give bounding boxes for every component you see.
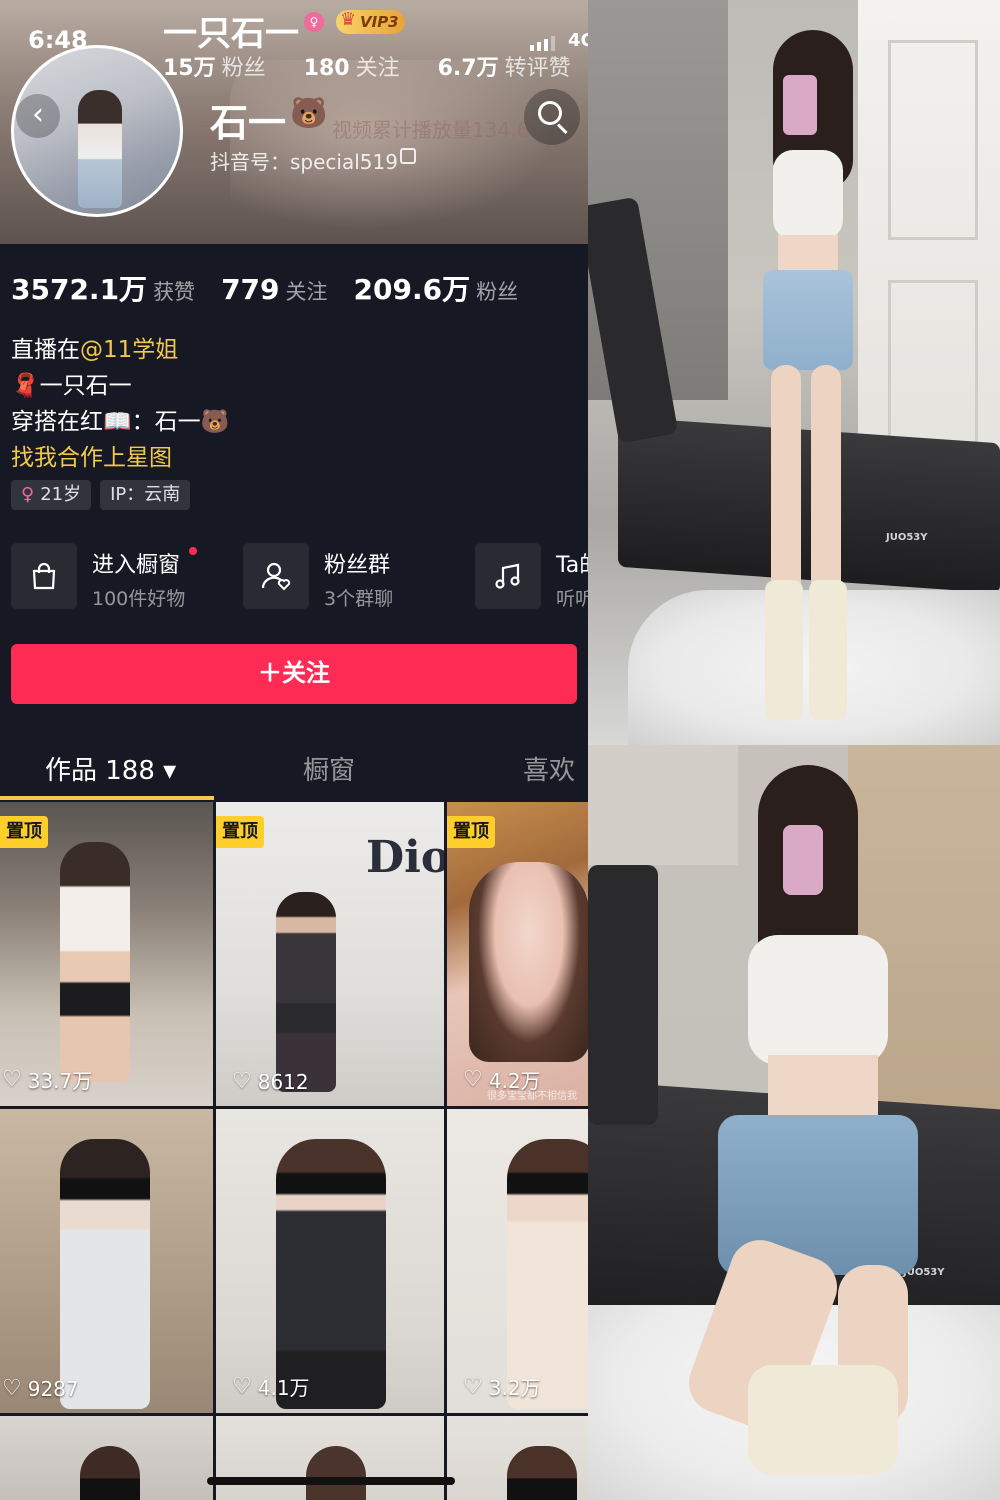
female-gender-icon: ♀ <box>21 484 35 505</box>
tab-works[interactable]: 作品 188 ▾ <box>45 750 176 787</box>
bag-icon <box>11 543 77 609</box>
music-icon <box>475 543 541 609</box>
heart-icon: ♡ <box>463 1067 483 1092</box>
bear-emoji-icon: 🐻 <box>200 409 230 435</box>
content-tabs: 作品 188 ▾ 橱窗 喜欢 <box>0 740 588 800</box>
video-thumbnail[interactable] <box>0 1416 213 1500</box>
video-thumbnail[interactable]: ♡ 4.1万 <box>216 1109 444 1413</box>
ip-location-tag: IP：云南 <box>100 480 191 510</box>
video-thumbnail[interactable] <box>216 1416 444 1500</box>
sticky-header-name: 一只石一 <box>163 14 299 54</box>
pinned-badge: 置顶 <box>0 816 48 848</box>
active-tab-indicator <box>0 796 214 800</box>
bio-line-cooperation[interactable]: 找我合作上星图 <box>11 440 229 476</box>
sticky-stat-fans[interactable]: 15万 粉丝 <box>163 50 266 82</box>
profile-screen: 6:48 4G 一只石一 ♀ VIP3 15万粉丝 180关注 6.7万转评赞 … <box>0 0 588 1500</box>
bio-line-name: 🧣一只石一 <box>11 373 132 399</box>
notification-dot <box>189 547 197 555</box>
bear-emoji-icon: 🐻 <box>290 96 328 131</box>
network-label: 4G <box>568 30 588 51</box>
like-count: ♡ 9287 <box>2 1376 79 1401</box>
profile-stats: 3572.1万 获赞 779 关注 209.6万 粉丝 <box>11 268 518 308</box>
tab-shop-window[interactable]: 橱窗 <box>303 750 355 787</box>
video-thumbnail[interactable]: 置顶 很多宝宝都不相信我 ♡ 4.2万 <box>447 802 588 1106</box>
search-button[interactable] <box>524 89 580 145</box>
group-icon <box>243 543 309 609</box>
overlay-text-views: 视频累计播放量134.6 <box>332 118 530 142</box>
music-entry[interactable]: Ta的 听听t <box>475 543 588 611</box>
like-count: ♡ 33.7万 <box>2 1067 93 1093</box>
heart-icon: ♡ <box>2 1067 22 1092</box>
pinned-badge: 置顶 <box>216 816 264 848</box>
profile-tags: ♀ 21岁 IP：云南 <box>11 480 191 510</box>
video-thumbnail[interactable] <box>447 1416 588 1500</box>
like-count: ♡ 8612 <box>232 1069 309 1094</box>
vip-badge: VIP3 <box>336 8 405 34</box>
profile-nickname: 石一 <box>210 101 287 145</box>
signal-icon <box>530 36 555 51</box>
like-count: ♡ 4.2万 <box>463 1067 541 1093</box>
like-count: ♡ 3.2万 <box>463 1374 541 1400</box>
sticky-stat-interactions[interactable]: 6.7万 转评赞 <box>438 50 571 82</box>
sticky-stat-following[interactable]: 180 关注 <box>304 50 400 82</box>
stat-following[interactable]: 779 关注 <box>221 273 327 306</box>
scarf-emoji-icon: 🧣 <box>11 373 40 399</box>
back-arrow-icon[interactable]: ‹ <box>16 94 60 138</box>
avatar-photo-figure <box>78 90 122 208</box>
follow-button[interactable]: ＋关注 <box>11 644 577 704</box>
stat-fans[interactable]: 209.6万 粉丝 <box>354 268 519 308</box>
pinned-badge: 置顶 <box>447 816 495 848</box>
photo-kneeling: JUO53Y <box>588 745 1000 1500</box>
heart-icon: ♡ <box>232 1374 252 1399</box>
heart-icon: ♡ <box>2 1376 22 1401</box>
stat-likes[interactable]: 3572.1万 获赞 <box>11 268 195 308</box>
search-icon <box>538 101 562 125</box>
shop-window-entry[interactable]: 进入橱窗 100件好物 <box>11 543 243 611</box>
video-thumbnail[interactable]: Dio 置顶 ♡ 8612 <box>216 802 444 1106</box>
book-emoji-icon: 📖 <box>103 409 132 435</box>
treadmill-brand-text: JUO53Y <box>886 532 928 543</box>
video-thumbnail[interactable]: ♡ 3.2万 <box>447 1109 588 1413</box>
douyin-id: 抖音号：special519 <box>210 150 398 174</box>
copy-icon[interactable] <box>400 148 416 164</box>
like-count: ♡ 4.1万 <box>232 1374 310 1400</box>
dior-logo-text: Dio <box>366 832 444 883</box>
heart-icon: ♡ <box>232 1069 252 1094</box>
feature-entries: 进入橱窗 100件好物 粉丝群 3个群聊 Ta的 听听t <box>11 543 588 611</box>
home-indicator[interactable] <box>207 1477 455 1485</box>
video-thumbnail[interactable]: 置顶 ♡ 33.7万 <box>0 802 213 1106</box>
mention-link[interactable]: @11学姐 <box>80 337 178 363</box>
bio: 直播在@11学姐 🧣一只石一 穿搭在红📖：石一🐻 找我合作上星图 <box>11 332 229 476</box>
heart-icon: ♡ <box>463 1374 483 1399</box>
bio-line-xhs: 穿搭在红📖：石一🐻 <box>11 409 230 435</box>
fan-group-entry[interactable]: 粉丝群 3个群聊 <box>243 543 475 611</box>
age-tag: ♀ 21岁 <box>11 480 92 510</box>
bio-line-live: 直播在@11学姐 <box>11 337 179 363</box>
video-thumbnail[interactable]: ♡ 9287 <box>0 1109 213 1413</box>
photo-standing: JUO53Y <box>588 0 1000 745</box>
sticky-header-stats: 15万 粉丝 180 关注 6.7万 转评赞 <box>163 50 571 82</box>
tab-likes[interactable]: 喜欢 <box>523 750 575 787</box>
female-gender-icon: ♀ <box>304 12 324 32</box>
